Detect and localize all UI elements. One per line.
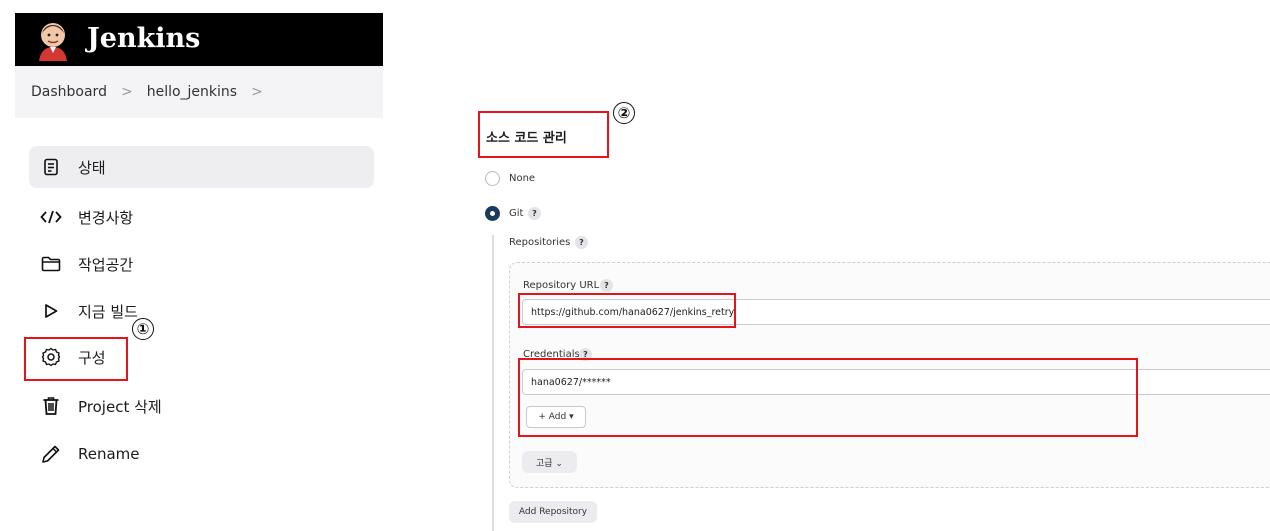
sidebar-item-changes[interactable]: 변경사항 (29, 196, 374, 238)
sidebar-item-label: 지금 빌드 (78, 302, 138, 321)
scm-none-label[interactable]: None (509, 173, 535, 184)
breadcrumb-separator: > (251, 84, 263, 100)
help-icon[interactable]: ? (600, 279, 613, 292)
breadcrumb-dashboard[interactable]: Dashboard (31, 84, 107, 100)
highlight-credentials (518, 358, 1138, 437)
sidebar-item-delete-project[interactable]: Project 삭제 (29, 385, 374, 427)
scm-git-label[interactable]: Git (509, 208, 523, 219)
sidebar-item-status[interactable]: 상태 (29, 146, 374, 188)
annotation-marker-2: ② (613, 102, 635, 124)
help-icon[interactable]: ? (575, 236, 588, 249)
sidebar-item-label: 상태 (78, 158, 106, 177)
breadcrumb-separator: > (120, 84, 133, 100)
jenkins-header: Jenkins (15, 13, 383, 66)
sidebar-item-build-now[interactable]: 지금 빌드 (29, 290, 374, 332)
sidebar-item-label: Project 삭제 (78, 397, 162, 416)
jenkins-logo[interactable] (33, 19, 73, 61)
highlight-repository-url (518, 293, 736, 328)
brand-name[interactable]: Jenkins (87, 23, 200, 54)
annotation-marker-1: ① (132, 318, 154, 340)
add-repository-button[interactable]: Add Repository (509, 501, 597, 523)
sidebar-item-workspace[interactable]: 작업공간 (29, 243, 374, 285)
scm-section-title: 소스 코드 관리 (486, 131, 567, 146)
scm-git-radio[interactable] (485, 206, 500, 221)
folder-icon (40, 253, 62, 275)
code-icon (40, 206, 62, 228)
breadcrumb-job[interactable]: hello_jenkins (147, 84, 237, 100)
sidebar-item-label: 변경사항 (78, 208, 134, 227)
repositories-label: Repositories (509, 237, 571, 248)
repository-url-label: Repository URL (523, 280, 600, 291)
pencil-icon (40, 443, 62, 465)
sidebar-item-label: 작업공간 (78, 255, 134, 274)
breadcrumb: Dashboard > hello_jenkins > (15, 66, 383, 118)
scm-none-radio[interactable] (485, 171, 500, 186)
git-section-divider (492, 235, 494, 531)
highlight-configure (24, 337, 128, 381)
status-document-icon (40, 156, 62, 178)
help-icon[interactable]: ? (528, 207, 541, 220)
advanced-button[interactable]: 고급 ⌄ (522, 451, 577, 473)
play-icon (40, 300, 62, 322)
sidebar-item-label: Rename (78, 445, 140, 463)
trash-icon (40, 395, 62, 417)
sidebar-item-rename[interactable]: Rename (29, 433, 374, 475)
